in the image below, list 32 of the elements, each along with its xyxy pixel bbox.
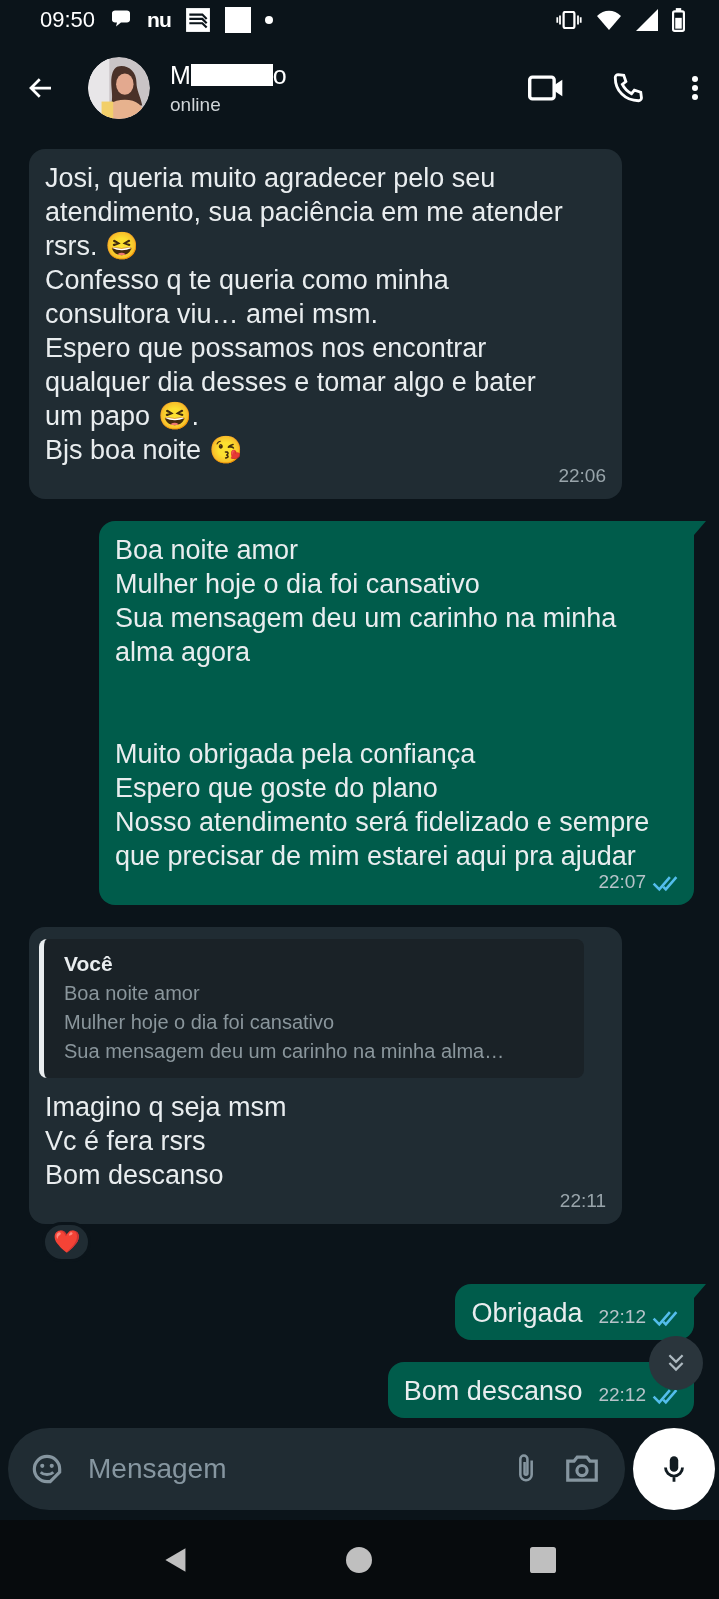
- notification-text: nu: [147, 7, 171, 32]
- signal-icon: [636, 8, 658, 31]
- message-input[interactable]: Mensagem: [86, 1452, 489, 1487]
- triangle-back-icon: [163, 1546, 188, 1573]
- quoted-message[interactable]: Você Boa noite amor Mulher hoje o dia foi cansativo Sua mensagem deu um carinho na minha alma…: [39, 939, 584, 1079]
- quote-author: Você: [64, 951, 114, 978]
- scroll-down-button[interactable]: [649, 1336, 703, 1391]
- more-options-icon: [691, 75, 699, 102]
- message-time: 22:11: [559, 1189, 606, 1214]
- message-time: 22:07: [598, 871, 646, 895]
- message-time: 22:12: [598, 1383, 646, 1408]
- square-recents-icon: [529, 1546, 556, 1573]
- vibrate-icon: [556, 10, 582, 29]
- battery-icon: [672, 7, 685, 32]
- message-bubble[interactable]: Bom descanso 22:12: [387, 1362, 694, 1419]
- message-text: Imagino q seja msm Vc é fera rsrs Bom descanso: [45, 1091, 288, 1193]
- message-time: 22:12: [598, 1305, 646, 1330]
- dot-icon: [264, 15, 273, 24]
- message-bubble[interactable]: [29, 149, 622, 500]
- circle-home-icon: [345, 1546, 372, 1573]
- message-text: Obrigada: [471, 1297, 583, 1331]
- contact-status: online: [170, 93, 222, 116]
- square-icon: [224, 6, 251, 33]
- message-text: Boa noite amor Mulher hoje o dia foi cansativo Sua mensagem deu um carinho na minha alma agora Muito obrigada pela confiança Espero que goste do plano Nosso atendimento será fidelizado e sempre que precisar de mim estarei aqui pra ajudar: [115, 534, 651, 874]
- message-bubble[interactable]: Você Boa noite amor Mulher hoje o dia foi cansativo Sua mensagem deu um carinho na minha alma… Imagino q seja msm Vc é fera rsrs Bom descanso 22:11: [29, 927, 622, 1225]
- input-bar[interactable]: Mensagem: [8, 1428, 625, 1511]
- message-text: Bom descanso: [403, 1375, 583, 1409]
- quote-text: Boa noite amor Mulher hoje o dia foi cansativo Sua mensagem deu um carinho na minha alma…: [64, 981, 506, 1065]
- clock-time: 09:50: [40, 6, 96, 33]
- video-camera-icon: [527, 73, 565, 104]
- stripes-logo-icon: [184, 6, 211, 33]
- wifi-icon: [596, 9, 622, 30]
